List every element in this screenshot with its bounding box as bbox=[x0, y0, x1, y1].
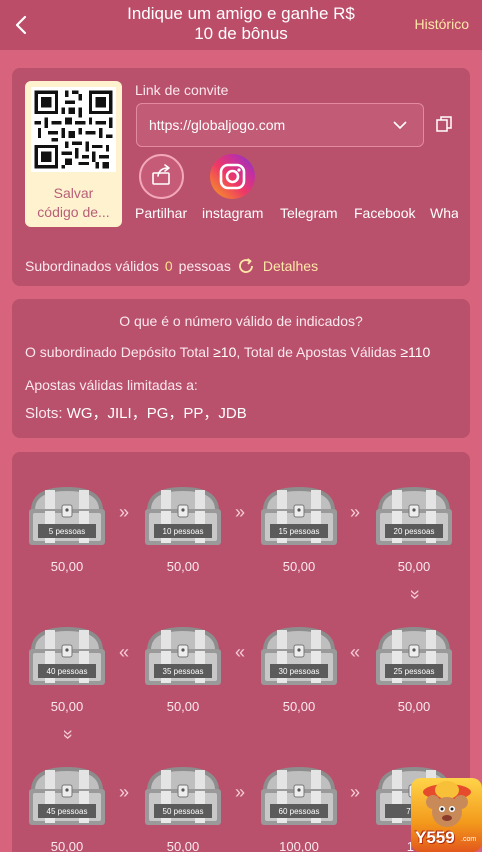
reward-amount: 50,00 bbox=[282, 559, 316, 574]
reward-amount: 50,00 bbox=[50, 699, 84, 714]
reward-chest[interactable]: 30 pessoas bbox=[257, 623, 341, 689]
share-button[interactable]: Partilhar bbox=[135, 154, 187, 221]
telegram-icon bbox=[286, 154, 331, 199]
slots-values: WG，JILI，PG，PP，JDB bbox=[66, 405, 247, 422]
chest-people-label: 40 pessoas bbox=[46, 667, 88, 676]
reward-amount: 50,00 bbox=[282, 699, 316, 714]
invite-card: Salvar código de... Link de convite http… bbox=[12, 68, 470, 286]
chest-people-label: 15 pessoas bbox=[278, 527, 320, 536]
chest-people-label: 50 pessoas bbox=[162, 807, 204, 816]
deposit-value: ≥10 bbox=[213, 344, 237, 360]
facebook-label: Facebook bbox=[354, 205, 416, 221]
valid-subordinates-count: 0 bbox=[164, 258, 173, 274]
reward-chest[interactable]: 60 pessoas bbox=[257, 763, 341, 829]
arrow-right-icon: » bbox=[118, 502, 129, 522]
invite-link-label: Link de convite bbox=[135, 82, 229, 98]
reward-chest[interactable]: 45 pessoas bbox=[25, 763, 109, 829]
qr-code-panel[interactable]: Salvar código de... bbox=[25, 81, 122, 227]
valid-subordinates-unit: pessoas bbox=[178, 258, 231, 274]
page-title-line-1: Indique um amigo e ganhe R$ bbox=[127, 4, 355, 23]
reward-chest[interactable]: 20 pessoas bbox=[372, 483, 456, 549]
whatsapp-label: Wha bbox=[430, 205, 458, 221]
bets-limited-text: Apostas válidas limitadas a: bbox=[25, 377, 198, 393]
refresh-icon[interactable] bbox=[237, 257, 255, 275]
reward-amount: 50,00 bbox=[50, 839, 84, 852]
arrow-left-icon: « bbox=[349, 642, 360, 662]
bets-value: ≥110 bbox=[400, 344, 431, 360]
rules-condition: O subordinado Depósito Total ≥10, Total … bbox=[25, 344, 431, 360]
reward-chest[interactable]: 25 pessoas bbox=[372, 623, 456, 689]
arrow-right-icon: » bbox=[118, 782, 129, 802]
chest-people-label: 20 pessoas bbox=[393, 527, 435, 536]
reward-amount: 50,00 bbox=[50, 559, 84, 574]
share-icon bbox=[138, 154, 184, 199]
chest-people-label: 25 pessoas bbox=[393, 667, 435, 676]
history-link[interactable]: Histórico bbox=[415, 16, 469, 32]
chest-people-label: 45 pessoas bbox=[46, 807, 88, 816]
arrow-left-icon: « bbox=[234, 642, 245, 662]
save-qr-label[interactable]: Salvar código de... bbox=[29, 184, 118, 222]
chest-people-label: 35 pessoas bbox=[162, 667, 204, 676]
top-bar: Indique um amigo e ganhe R$ 10 de bônus … bbox=[0, 0, 482, 50]
reward-chest[interactable]: 5 pessoas bbox=[25, 483, 109, 549]
valid-subordinates-row: Subordinados válidos 0 pessoas Detalhes bbox=[25, 257, 318, 275]
reward-chest[interactable]: 15 pessoas bbox=[257, 483, 341, 549]
chest-people-label: 60 pessoas bbox=[278, 807, 320, 816]
copy-icon[interactable] bbox=[435, 115, 453, 133]
invite-link-value: https://globaljogo.com bbox=[149, 117, 286, 133]
facebook-icon bbox=[362, 154, 407, 199]
reward-chest[interactable]: 40 pessoas bbox=[25, 623, 109, 689]
save-qr-label-line-2: código de... bbox=[37, 204, 110, 220]
page-title-line-2: 10 de bônus bbox=[194, 24, 288, 43]
promo-brand: Y559 bbox=[415, 828, 455, 847]
telegram-label: Telegram bbox=[280, 205, 338, 221]
save-qr-label-line-1: Salvar bbox=[53, 185, 94, 201]
chest-people-label: 30 pessoas bbox=[278, 667, 320, 676]
reward-amount: 50,00 bbox=[397, 559, 431, 574]
rules-title: O que é o número válido de indicados? bbox=[119, 313, 363, 329]
deposit-label: O subordinado Depósito Total bbox=[25, 344, 210, 360]
arrow-right-icon: » bbox=[234, 782, 245, 802]
promo-badge[interactable]: Y559 .com bbox=[411, 778, 482, 852]
slots-line: Slots: WG，JILI，PG，PP，JDB bbox=[25, 402, 247, 423]
whatsapp-icon bbox=[430, 154, 458, 199]
reward-amount: 50,00 bbox=[166, 839, 200, 852]
reward-amount: 50,00 bbox=[166, 699, 200, 714]
back-arrow-icon[interactable] bbox=[12, 14, 32, 36]
reward-chest[interactable]: 35 pessoas bbox=[141, 623, 225, 689]
page-title: Indique um amigo e ganhe R$ 10 de bônus bbox=[90, 4, 392, 44]
chevron-down-icon[interactable] bbox=[393, 118, 407, 132]
chest-people-label: 10 pessoas bbox=[162, 527, 204, 536]
reward-amount: 50,00 bbox=[397, 699, 431, 714]
valid-subordinates-label: Subordinados válidos bbox=[25, 258, 159, 274]
share-label: Partilhar bbox=[135, 205, 188, 221]
reward-amount: 100,00 bbox=[279, 839, 319, 852]
arrow-right-icon: » bbox=[349, 782, 360, 802]
reward-chest[interactable]: 10 pessoas bbox=[141, 483, 225, 549]
arrow-down-icon: » bbox=[405, 589, 426, 600]
details-link[interactable]: Detalhes bbox=[263, 258, 318, 274]
arrow-right-icon: » bbox=[349, 502, 360, 522]
instagram-icon bbox=[210, 154, 256, 199]
reward-chest[interactable]: 50 pessoas bbox=[141, 763, 225, 829]
invite-link-select[interactable]: https://globaljogo.com bbox=[136, 103, 424, 147]
mascot-icon bbox=[423, 781, 471, 827]
arrow-right-icon: » bbox=[234, 502, 245, 522]
bets-label: Total de Apostas Válidas bbox=[243, 344, 397, 360]
arrow-down-icon: » bbox=[58, 729, 79, 740]
slots-label: Slots: bbox=[25, 405, 63, 422]
telegram-button[interactable]: Telegram bbox=[280, 154, 338, 221]
arrow-left-icon: « bbox=[118, 642, 129, 662]
whatsapp-button[interactable]: Wha bbox=[430, 154, 458, 221]
instagram-button[interactable]: instagram bbox=[202, 154, 263, 221]
rules-card: O que é o número válido de indicados? O … bbox=[12, 299, 470, 438]
chest-people-label: 5 pessoas bbox=[48, 527, 86, 536]
facebook-button[interactable]: Facebook bbox=[354, 154, 415, 221]
qr-code-image bbox=[31, 87, 116, 172]
promo-brand-suffix: .com bbox=[461, 836, 477, 843]
instagram-label: instagram bbox=[202, 205, 264, 221]
reward-amount: 50,00 bbox=[166, 559, 200, 574]
